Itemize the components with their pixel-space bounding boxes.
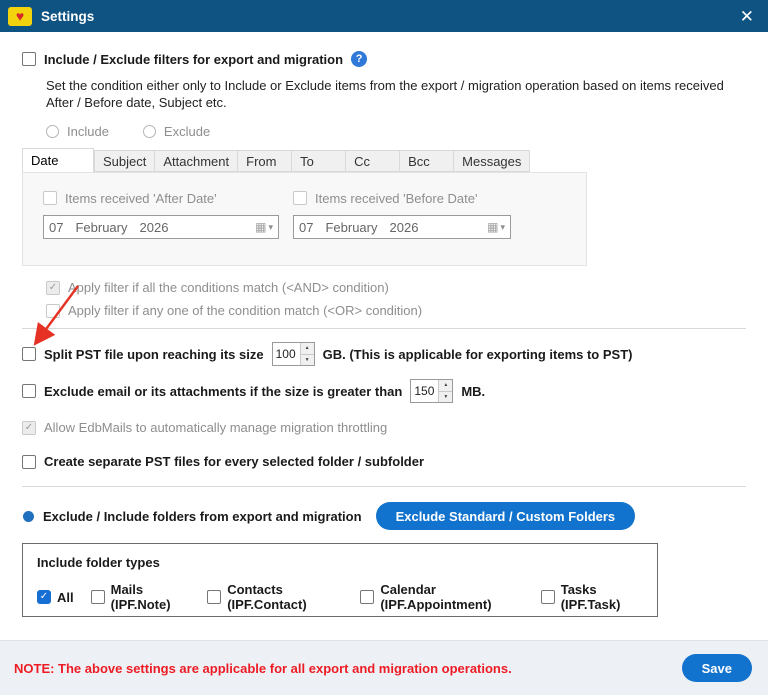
and-condition-label: Apply filter if all the conditions match… <box>68 280 389 295</box>
calendar-label: Calendar (IPF.Appointment) <box>380 582 492 612</box>
and-condition-checkbox[interactable]: ✓ <box>46 280 60 295</box>
throttling-label: Allow EdbMails to automatically manage m… <box>44 420 388 435</box>
tab-from[interactable]: From <box>238 150 293 172</box>
after-year: 2026 <box>139 219 169 235</box>
close-icon[interactable]: ✕ <box>736 6 758 27</box>
exclude-radio-group: Exclude <box>142 124 211 139</box>
tab-bcc[interactable]: Bcc <box>400 150 455 172</box>
exclude-email-size-label: Exclude email or its attachments if the … <box>44 383 403 399</box>
contacts-label: Contacts (IPF.Contact) <box>227 582 307 612</box>
exclude-folders-button[interactable]: Exclude Standard / Custom Folders <box>375 502 636 530</box>
spin-down-icon[interactable]: ▼ <box>300 354 314 365</box>
filter-tabs: Date Subject Attachment From To Cc Bcc M… <box>22 148 746 172</box>
include-exclude-filters-checkbox[interactable] <box>22 52 36 66</box>
calendar-icon: ▦ <box>487 220 499 234</box>
edbmails-logo-icon: ♥ <box>8 6 32 26</box>
after-month: February <box>75 219 128 235</box>
or-condition-checkbox[interactable] <box>46 303 60 318</box>
tasks-label: Tasks (IPF.Task) <box>560 582 621 612</box>
tab-date[interactable]: Date <box>22 148 94 172</box>
exclude-email-size-checkbox[interactable] <box>22 384 36 398</box>
folder-type-calendar: Calendar (IPF.Appointment) <box>360 582 523 612</box>
include-radio[interactable] <box>46 125 59 138</box>
folder-type-contacts: Contacts (IPF.Contact) <box>207 582 343 612</box>
include-radio-label: Include <box>67 124 109 139</box>
spin-up-icon[interactable]: ▲ <box>300 343 314 355</box>
settings-dialog: { "titlebar": { "title": "Settings" }, "… <box>0 0 768 695</box>
footer-bar: NOTE: The above settings are applicable … <box>0 640 768 695</box>
exclude-email-size-stepper: ▲ ▼ <box>410 379 454 403</box>
titlebar: ♥ Settings ✕ <box>0 0 768 32</box>
check-icon: ✓ <box>48 281 58 293</box>
after-date-checkbox[interactable] <box>43 191 57 205</box>
folders-radio-label: Exclude / Include folders from export an… <box>43 508 362 524</box>
tab-messages[interactable]: Messages <box>454 150 531 172</box>
calendar-checkbox[interactable] <box>360 590 375 604</box>
exclude-email-size-input[interactable] <box>411 380 439 402</box>
heart-icon: ♥ <box>15 8 25 24</box>
all-checkbox[interactable]: ✓ <box>37 590 51 604</box>
dialog-content: Include / Exclude filters for export and… <box>0 51 768 617</box>
all-label: All <box>57 589 74 605</box>
check-icon: ✓ <box>24 421 34 433</box>
before-date-label: Items received 'Before Date' <box>315 190 478 206</box>
or-condition-label: Apply filter if any one of the condition… <box>68 303 423 318</box>
after-day: 07 <box>49 219 64 235</box>
include-exclude-filters-label: Include / Exclude filters for export and… <box>44 51 344 67</box>
split-pst-size-stepper: ▲ ▼ <box>271 342 315 366</box>
split-pst-suffix: GB. (This is applicable for exporting it… <box>322 346 633 362</box>
save-button[interactable]: Save <box>681 654 752 682</box>
tab-subject[interactable]: Subject <box>94 150 156 172</box>
exclude-radio-label: Exclude <box>163 124 211 139</box>
contacts-checkbox[interactable] <box>207 590 222 604</box>
check-icon: ✓ <box>39 591 49 602</box>
exclude-radio[interactable] <box>142 125 156 138</box>
folders-radio[interactable] <box>23 510 34 522</box>
separate-pst-checkbox[interactable] <box>22 454 36 469</box>
folder-types-title: Include folder types <box>37 555 160 570</box>
tab-cc[interactable]: Cc <box>346 150 401 172</box>
filters-description: Set the condition either only to Include… <box>46 78 724 110</box>
tasks-checkbox[interactable] <box>540 590 555 604</box>
before-date-checkbox[interactable] <box>293 191 307 205</box>
after-date-label: Items received 'After Date' <box>65 190 217 206</box>
tab-attachment[interactable]: Attachment <box>155 150 239 172</box>
date-tab-panel: Items received 'After Date' 07 February … <box>22 172 587 266</box>
chevron-down-icon[interactable]: ▾ <box>268 222 273 233</box>
split-pst-checkbox[interactable] <box>22 347 36 361</box>
before-day: 07 <box>299 219 314 235</box>
spin-up-icon[interactable]: ▲ <box>439 380 453 392</box>
help-icon[interactable]: ? <box>351 51 368 67</box>
include-radio-group: Include <box>46 124 109 139</box>
throttling-checkbox[interactable]: ✓ <box>22 420 36 435</box>
folder-type-mails: Mails (IPF.Note) <box>90 582 191 612</box>
after-date-picker[interactable]: 07 February 2026 ▦ ▾ <box>43 215 279 239</box>
spin-down-icon[interactable]: ▼ <box>439 391 453 402</box>
before-year: 2026 <box>389 219 419 235</box>
chevron-down-icon[interactable]: ▾ <box>500 222 505 233</box>
exclude-email-size-suffix: MB. <box>461 383 486 399</box>
dialog-title: Settings <box>41 8 95 24</box>
calendar-icon: ▦ <box>255 220 267 234</box>
mails-checkbox[interactable] <box>90 590 105 604</box>
mails-label: Mails (IPF.Note) <box>110 582 171 612</box>
before-date-picker[interactable]: 07 February 2026 ▦ ▾ <box>293 215 511 239</box>
split-pst-label: Split PST file upon reaching its size <box>44 346 264 362</box>
before-month: February <box>325 219 378 235</box>
folder-type-tasks: Tasks (IPF.Task) <box>540 582 643 612</box>
tab-to[interactable]: To <box>292 150 347 172</box>
separate-pst-label: Create separate PST files for every sele… <box>44 454 425 469</box>
footer-note: NOTE: The above settings are applicable … <box>14 660 512 676</box>
folder-types-box: Include folder types ✓ All Mails (IPF.No… <box>22 543 658 617</box>
split-pst-size-input[interactable] <box>272 343 300 365</box>
divider <box>22 328 746 329</box>
folder-type-all: ✓ All <box>37 590 74 605</box>
divider <box>22 486 746 487</box>
